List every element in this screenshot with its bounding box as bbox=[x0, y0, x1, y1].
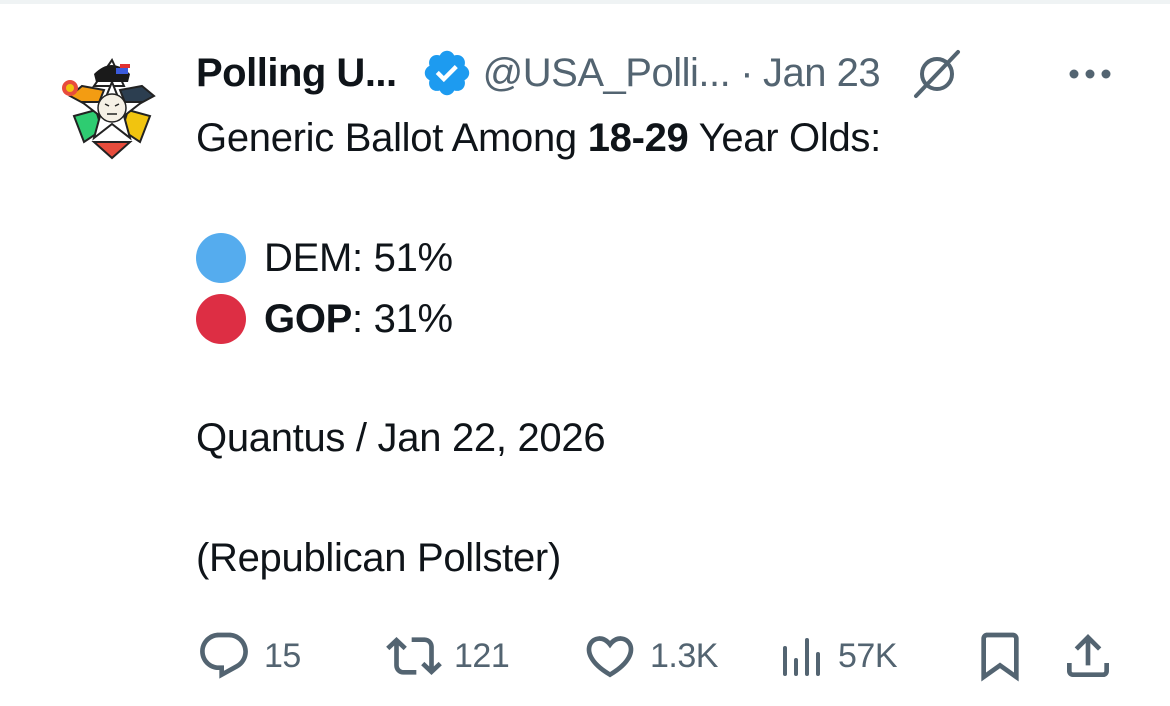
share-icon bbox=[1067, 634, 1109, 677]
bookmark-button[interactable] bbox=[972, 626, 1028, 686]
display-name[interactable]: Polling U... bbox=[196, 45, 397, 101]
repost-button[interactable]: 121 bbox=[386, 626, 510, 686]
tweet[interactable]: Polling U... @USA_Polli... · Jan 23 Gene… bbox=[0, 0, 1170, 706]
source-line: Quantus / Jan 22, 2026 bbox=[196, 416, 606, 460]
reply-icon bbox=[200, 632, 248, 679]
reply-count: 15 bbox=[264, 636, 301, 675]
pollster-note: (Republican Pollster) bbox=[196, 536, 561, 580]
handle[interactable]: @USA_Polli... bbox=[483, 45, 731, 101]
timestamp[interactable]: Jan 23 bbox=[763, 45, 881, 101]
avatar[interactable] bbox=[50, 46, 174, 170]
result-party-gop: GOP bbox=[264, 297, 353, 341]
action-bar: 15 121 1.3K 57K bbox=[196, 626, 1126, 686]
views-count: 57K bbox=[838, 636, 898, 675]
views-icon bbox=[783, 638, 820, 676]
like-button[interactable]: 1.3K bbox=[582, 626, 718, 686]
separator-dot: · bbox=[740, 51, 754, 95]
share-button[interactable] bbox=[1060, 626, 1116, 686]
tweet-text-title: Generic Ballot Among 18-29 Year Olds: bbox=[196, 112, 881, 164]
repost-count: 121 bbox=[454, 636, 510, 675]
result-value-gop: : 31% bbox=[352, 297, 453, 341]
repost-icon bbox=[386, 637, 442, 675]
red-circle-icon bbox=[196, 294, 246, 344]
title-prefix: Generic Ballot Among bbox=[196, 116, 588, 160]
views-button[interactable]: 57K bbox=[780, 626, 898, 686]
grok-icon[interactable] bbox=[910, 46, 964, 100]
blue-circle-icon bbox=[196, 233, 246, 283]
tweet-header: Polling U... @USA_Polli... · Jan 23 bbox=[196, 45, 964, 101]
title-age-range: 18-29 bbox=[587, 116, 689, 160]
bookmark-icon bbox=[981, 632, 1019, 682]
verified-badge-icon[interactable] bbox=[421, 47, 473, 99]
reply-button[interactable]: 15 bbox=[196, 626, 301, 686]
result-row-gop: GOP: 31% bbox=[196, 293, 453, 345]
result-value-dem: : 51% bbox=[352, 236, 453, 280]
like-icon bbox=[586, 636, 634, 678]
result-party-dem: DEM bbox=[264, 236, 352, 280]
like-count: 1.3K bbox=[650, 636, 718, 675]
result-row-dem: DEM: 51% bbox=[196, 232, 453, 284]
title-suffix: Year Olds: bbox=[688, 116, 882, 160]
more-options-icon[interactable] bbox=[1066, 62, 1114, 86]
